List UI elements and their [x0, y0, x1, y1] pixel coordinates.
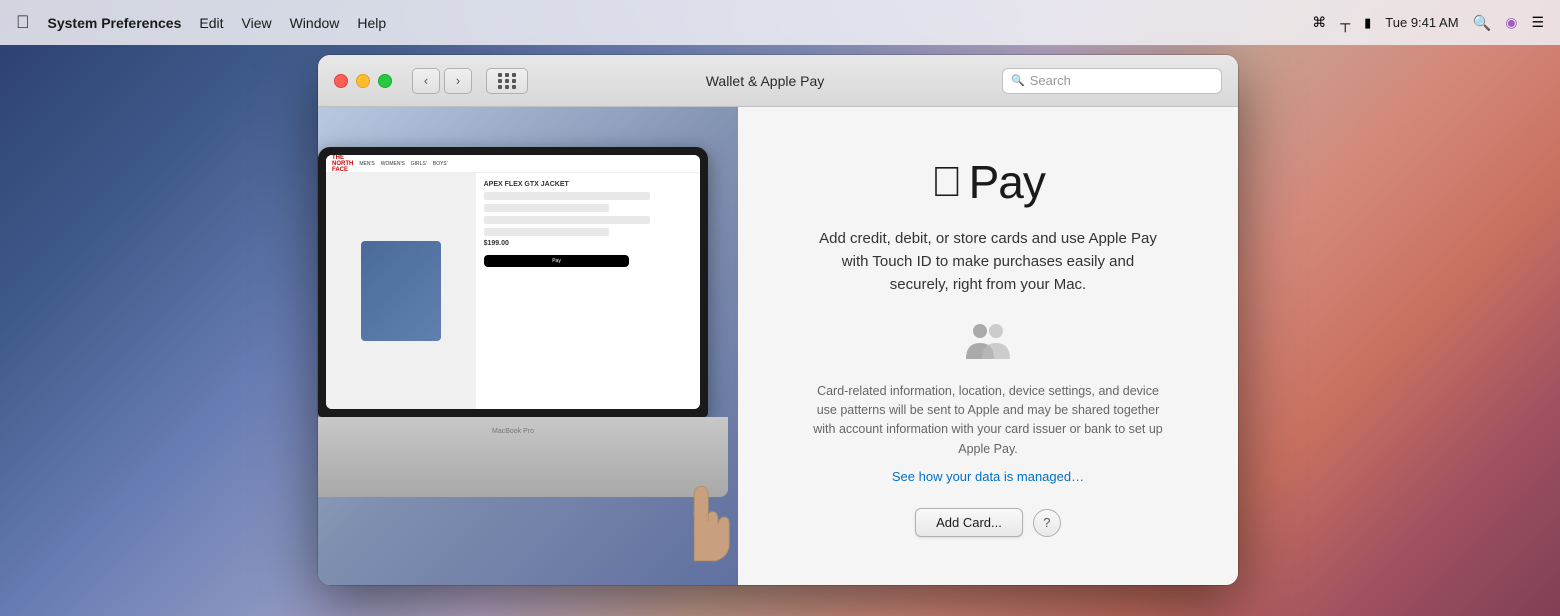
website-nav: MEN'S WOMEN'S GIRLS' BOYS'	[359, 161, 447, 167]
main-description: Add credit, debit, or store cards and us…	[818, 227, 1158, 297]
privacy-description: Card-related information, location, devi…	[808, 382, 1168, 460]
back-icon: ‹	[424, 73, 428, 88]
macbook-pro-label: MacBook Pro	[492, 428, 534, 435]
notification-icon[interactable]: ☰	[1531, 14, 1544, 31]
apple-menu-icon[interactable]: 	[16, 12, 30, 33]
website-header: THENORTHFACE MEN'S WOMEN'S GIRLS' BOYS'	[326, 155, 700, 173]
titlebar: ‹ › Wallet & Apple Pay 🔍 Search	[318, 55, 1238, 107]
view-menu[interactable]: View	[242, 15, 272, 31]
minimize-button[interactable]	[356, 74, 370, 88]
grid-view-button[interactable]	[486, 68, 528, 94]
edit-menu[interactable]: Edit	[199, 15, 223, 31]
checkout-field-1	[484, 192, 651, 200]
price-label: $199.00	[484, 240, 692, 247]
checkout-panel: APEX FLEX GTX JACKET $199.00 Pay	[476, 173, 700, 409]
desktop:  System Preferences Edit View Window He…	[0, 0, 1560, 616]
apple-pay-label: Pay	[552, 258, 561, 264]
content-area: THENORTHFACE MEN'S WOMEN'S GIRLS' BOYS'	[318, 107, 1238, 585]
laptop-screen: THENORTHFACE MEN'S WOMEN'S GIRLS' BOYS'	[318, 147, 708, 417]
apple-icon-large: 	[931, 161, 963, 203]
search-bar[interactable]: 🔍 Search	[1002, 68, 1222, 94]
apple-pay-logo:  Pay	[931, 155, 1045, 209]
back-button[interactable]: ‹	[412, 68, 440, 94]
search-menubar-icon[interactable]: 🔍	[1473, 14, 1492, 32]
search-placeholder: Search	[1030, 73, 1071, 88]
wifi-icon: ┬	[1340, 15, 1350, 31]
menubar-right: ⌘ ┬ ▮ Tue 9:41 AM 🔍 ◉ ☰	[1312, 14, 1544, 32]
window-menu[interactable]: Window	[290, 15, 340, 31]
privacy-icon	[962, 321, 1014, 366]
product-image	[361, 241, 441, 341]
window-controls	[334, 74, 392, 88]
forward-button[interactable]: ›	[444, 68, 472, 94]
grid-icon	[498, 73, 517, 89]
app-name-label[interactable]: System Preferences	[48, 15, 182, 31]
data-management-link[interactable]: See how your data is managed…	[892, 469, 1084, 484]
bottom-buttons: Add Card... ?	[915, 508, 1061, 537]
left-panel: THENORTHFACE MEN'S WOMEN'S GIRLS' BOYS'	[318, 107, 738, 585]
nav-boys: BOYS'	[433, 161, 448, 167]
close-button[interactable]	[334, 74, 348, 88]
search-icon: 🔍	[1011, 74, 1025, 87]
window-title: Wallet & Apple Pay	[538, 73, 992, 89]
website-body: APEX FLEX GTX JACKET $199.00 Pay	[326, 173, 700, 409]
help-menu[interactable]: Help	[357, 15, 386, 31]
right-panel:  Pay Add credit, debit, or store cards …	[738, 107, 1238, 585]
nav-women: WOMEN'S	[381, 161, 405, 167]
hand-pointing-icon	[668, 472, 738, 562]
checkout-field-3	[484, 216, 651, 224]
add-card-button[interactable]: Add Card...	[915, 508, 1023, 537]
website-sim: THENORTHFACE MEN'S WOMEN'S GIRLS' BOYS'	[326, 155, 700, 409]
system-preferences-window: ‹ › Wallet & Apple Pay 🔍 Search	[318, 55, 1238, 585]
help-button[interactable]: ?	[1033, 509, 1061, 537]
clock-label: Tue 9:41 AM	[1385, 15, 1458, 30]
forward-icon: ›	[456, 73, 460, 88]
checkout-field-4	[484, 228, 609, 236]
apple-pay-button-sim: Pay	[484, 255, 630, 267]
nav-men: MEN'S	[359, 161, 374, 167]
wifi-icon: ⌘	[1312, 14, 1326, 31]
nav-girls: GIRLS'	[411, 161, 427, 167]
brand-logo: THENORTHFACE	[332, 155, 353, 173]
product-title: APEX FLEX GTX JACKET	[484, 181, 692, 188]
laptop-base: MacBook Pro	[318, 417, 728, 497]
checkout-field-2	[484, 204, 609, 212]
nav-buttons: ‹ ›	[412, 68, 472, 94]
maximize-button[interactable]	[378, 74, 392, 88]
laptop-display: THENORTHFACE MEN'S WOMEN'S GIRLS' BOYS'	[326, 155, 700, 409]
product-image-area	[326, 173, 476, 409]
menubar:  System Preferences Edit View Window He…	[0, 0, 1560, 45]
siri-icon[interactable]: ◉	[1505, 14, 1517, 31]
pay-text-label: Pay	[969, 155, 1045, 209]
menubar-left:  System Preferences Edit View Window He…	[16, 12, 1312, 33]
people-icon-svg	[962, 321, 1014, 361]
laptop-mockup: THENORTHFACE MEN'S WOMEN'S GIRLS' BOYS'	[318, 117, 738, 585]
battery-icon: ▮	[1364, 15, 1371, 31]
